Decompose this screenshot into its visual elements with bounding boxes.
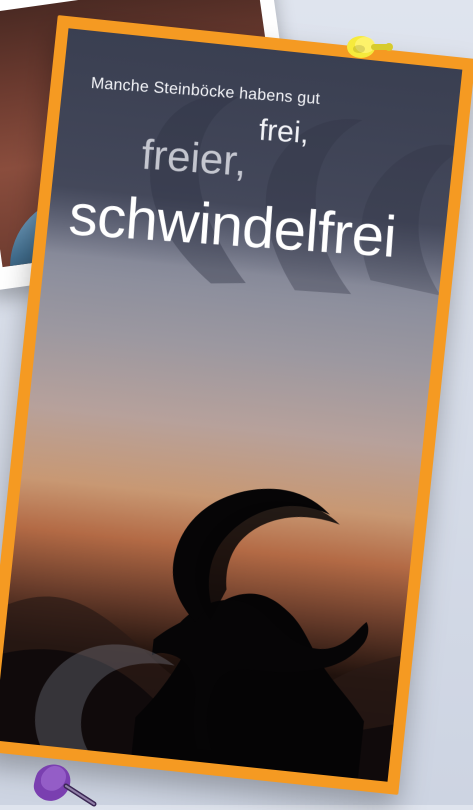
purple-pushpin-icon: [33, 764, 97, 807]
brochure: Manche Steinböcke habens gut frei, freie…: [0, 15, 473, 795]
brochure-panel: Manche Steinböcke habens gut frei, freie…: [0, 28, 463, 782]
headline-frei: frei,: [257, 113, 310, 151]
ibex-horn-watermark-top: [150, 95, 463, 296]
ibex-silhouette-scene: [0, 488, 401, 782]
yellow-pushpin-icon: [347, 36, 393, 58]
headline-freier: freier,: [140, 130, 249, 185]
